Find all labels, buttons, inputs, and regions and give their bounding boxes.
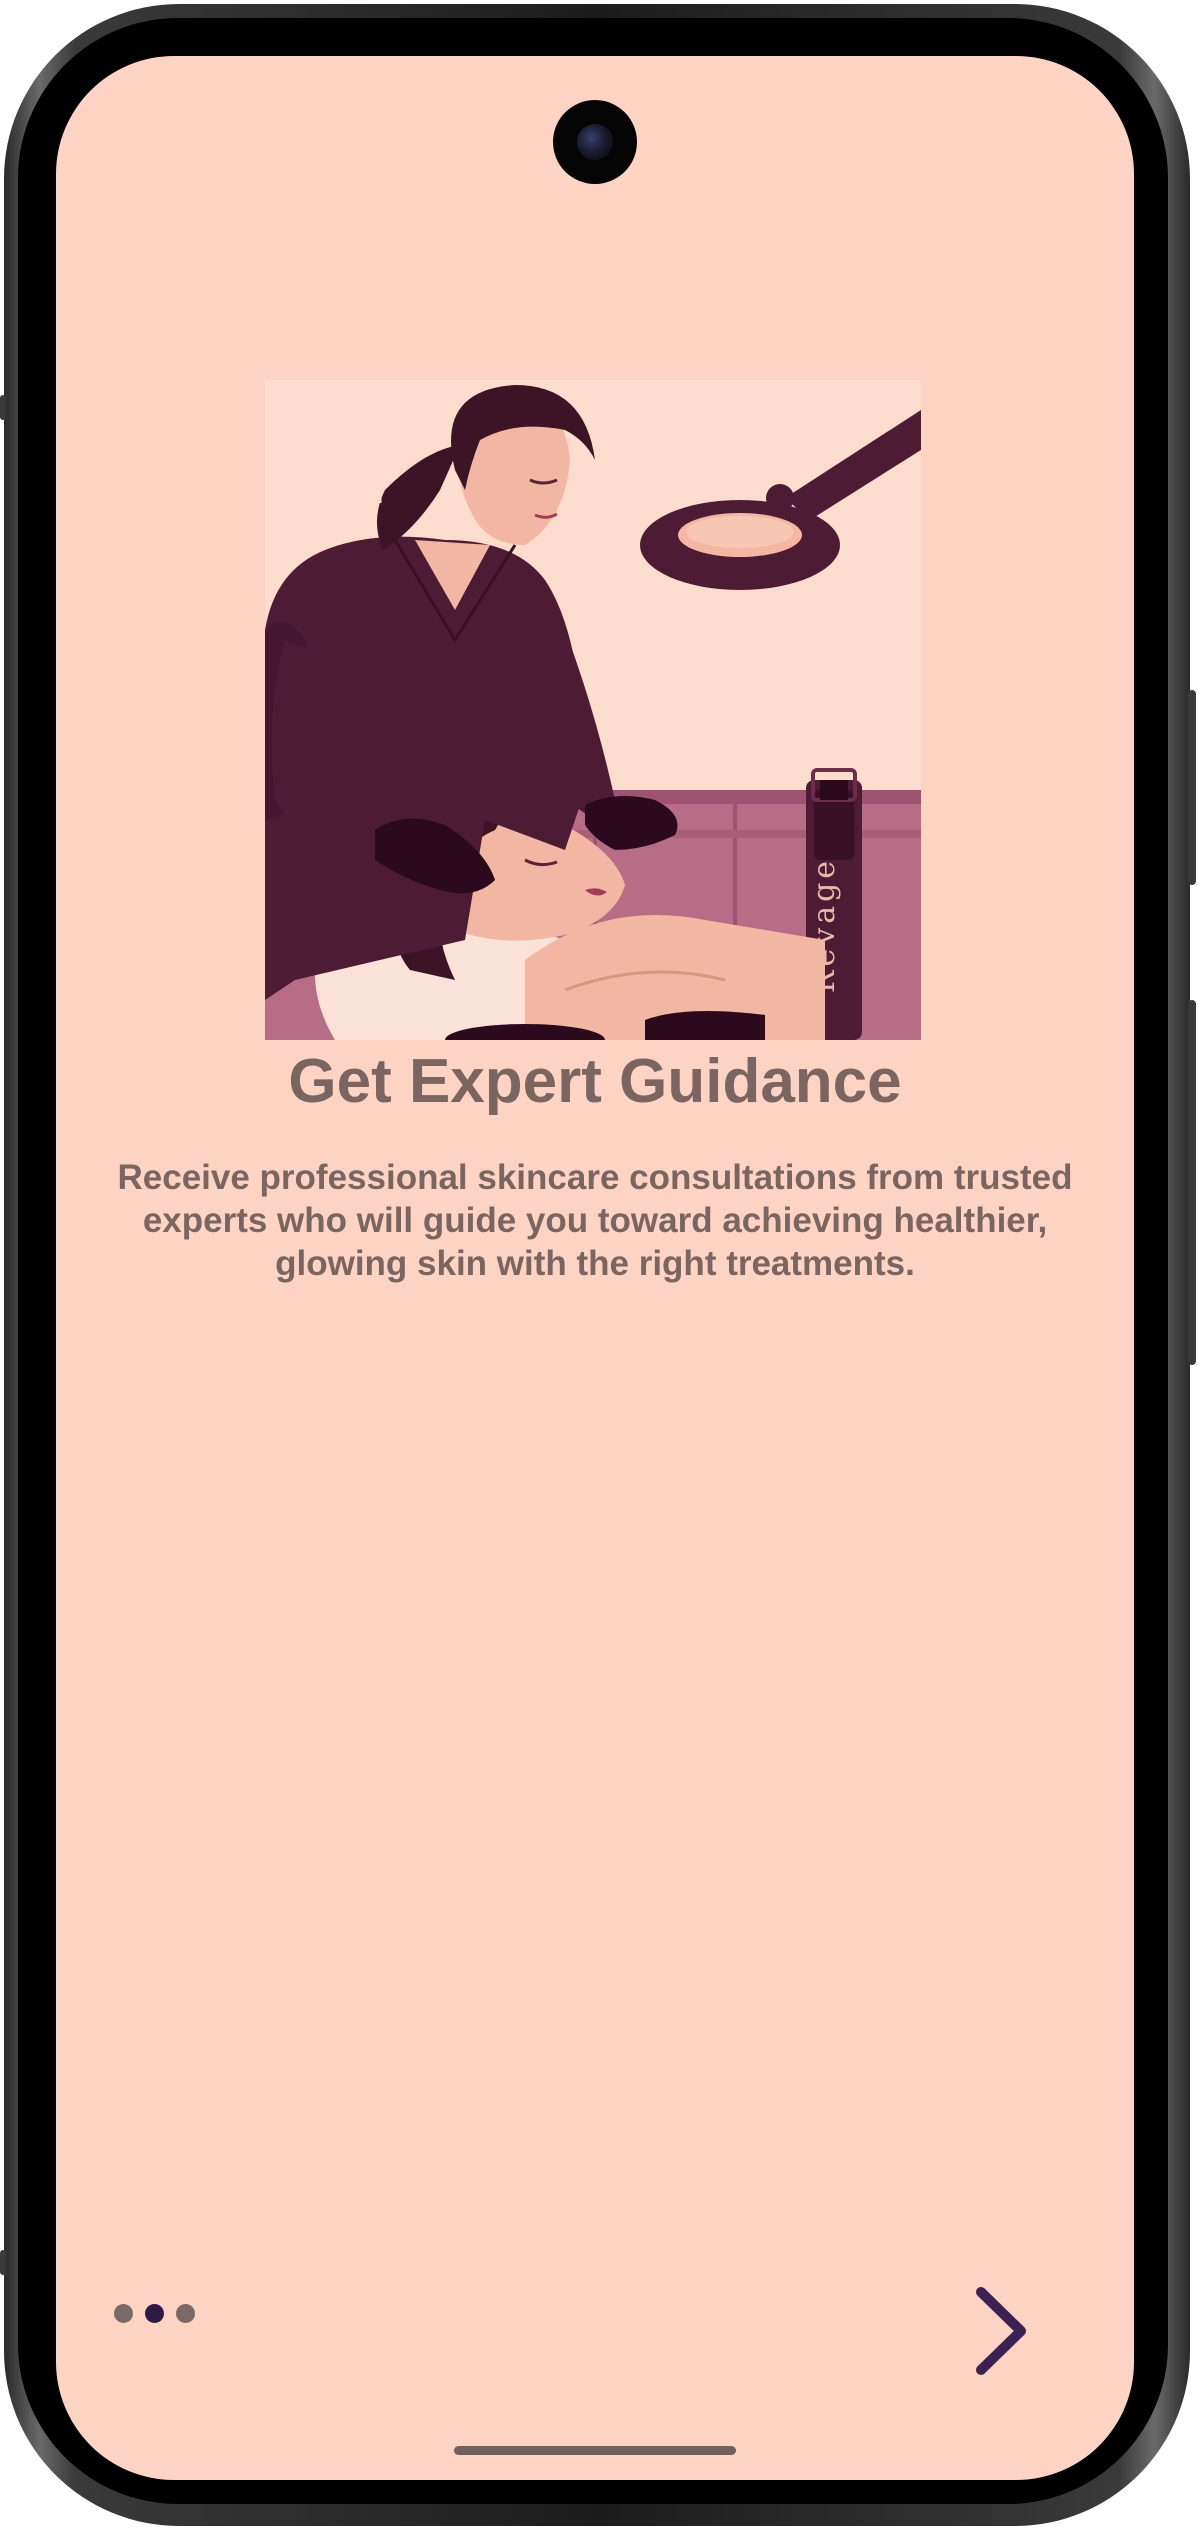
front-camera	[553, 100, 637, 184]
page-dot-1[interactable]	[114, 2304, 133, 2323]
page-indicator	[114, 2304, 195, 2323]
power-button	[1188, 1000, 1196, 1365]
page-dot-3[interactable]	[176, 2304, 195, 2323]
onboarding-title: Get Expert Guidance	[288, 1047, 902, 1116]
next-button[interactable]	[956, 2276, 1046, 2386]
left-side-button-2	[0, 2250, 6, 2275]
onboarding-description: Receive professional skincare consultati…	[117, 1158, 1073, 1283]
hero-illustration: Revage	[265, 380, 921, 1040]
home-indicator[interactable]	[454, 2446, 736, 2455]
page-dot-2-active[interactable]	[145, 2304, 164, 2323]
device-frame: Revage Get Expert Guidance Receive profe…	[0, 0, 1198, 2531]
volume-up-button	[1188, 690, 1196, 885]
left-side-button	[0, 395, 6, 420]
camera-lens	[577, 124, 613, 160]
chevron-right-icon	[976, 2287, 1026, 2375]
screen: Revage Get Expert Guidance Receive profe…	[56, 56, 1134, 2480]
